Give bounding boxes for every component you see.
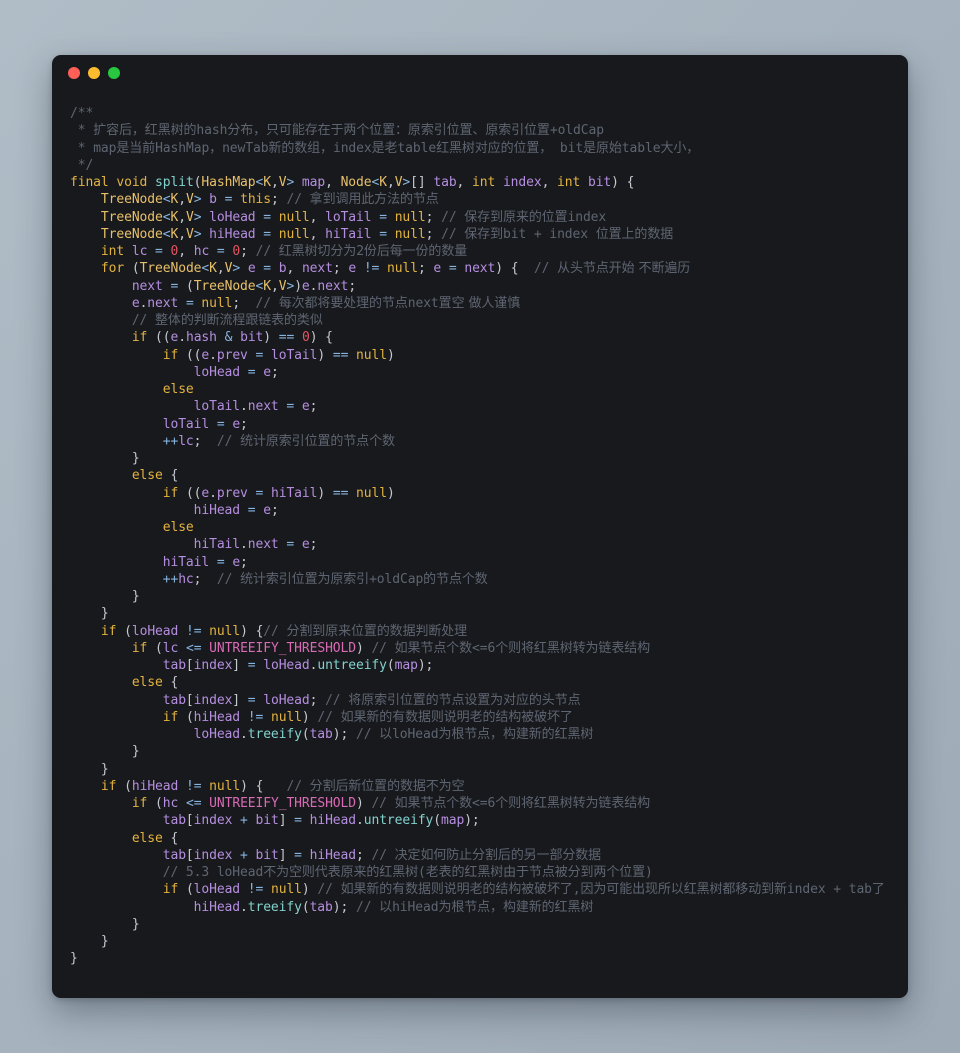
window-titlebar [52, 55, 908, 91]
code-editor-area[interactable]: /** * 扩容后，红黑树的hash分布，只可能存在于两个位置：原索引位置、原索… [52, 91, 908, 998]
maximize-button[interactable] [108, 67, 120, 79]
minimize-button[interactable] [88, 67, 100, 79]
code-snippet-window: /** * 扩容后，红黑树的hash分布，只可能存在于两个位置：原索引位置、原索… [52, 55, 908, 998]
code-block[interactable]: /** * 扩容后，红黑树的hash分布，只可能存在于两个位置：原索引位置、原索… [70, 105, 890, 968]
close-button[interactable] [68, 67, 80, 79]
screenshot-root: /** * 扩容后，红黑树的hash分布，只可能存在于两个位置：原索引位置、原索… [0, 0, 960, 1053]
